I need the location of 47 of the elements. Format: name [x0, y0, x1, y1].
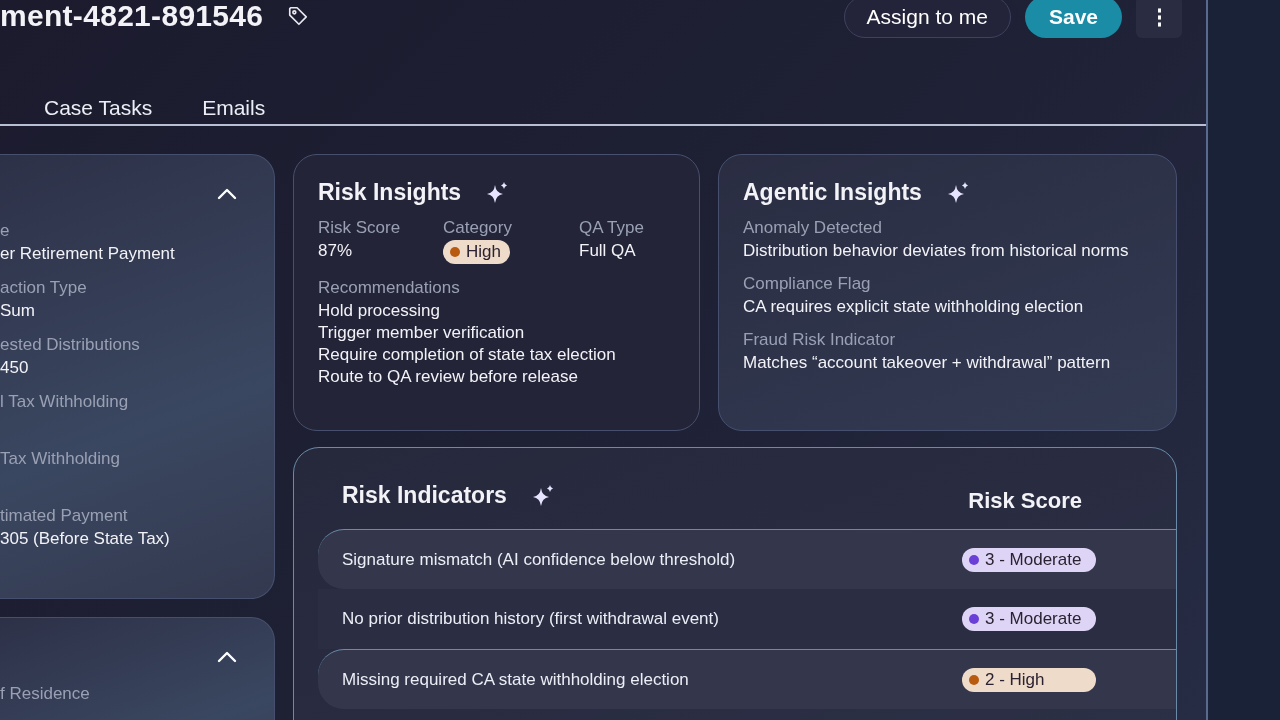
category-badge: High — [443, 240, 510, 264]
score-badge: 2 - High — [962, 667, 1096, 692]
column-heading: Risk Score — [968, 487, 1082, 514]
field-value: Sum — [0, 300, 36, 322]
field-label: e — [0, 220, 11, 242]
card-title: Agentic Insights — [743, 179, 922, 206]
insight-value: Matches “account takeover + withdrawal” pattern — [743, 352, 1112, 374]
field-value: er Retirement Payment — [0, 243, 176, 265]
recommendations-label: Recommendations — [318, 277, 461, 299]
case-title: ment-4821-891546 — [0, 0, 264, 33]
assign-button[interactable]: Assign to me — [843, 0, 1011, 38]
insight-label: Anomaly Detected — [743, 217, 883, 239]
score-badge: 3 - Moderate — [962, 547, 1096, 572]
indicator-text: Signature mismatch (AI confidence below threshold) — [342, 549, 736, 570]
chevron-icon[interactable] — [217, 188, 237, 200]
recommendation: Trigger member verification — [318, 322, 526, 344]
chevron-icon[interactable] — [217, 651, 237, 663]
card-title: Risk Indicators — [342, 482, 507, 509]
metric-label: QA Type — [579, 217, 644, 239]
save-button[interactable]: Save — [1024, 0, 1122, 38]
tab[interactable]: Case Tasks — [44, 94, 153, 124]
field-label: l Tax Withholding — [0, 391, 130, 413]
more-menu-button[interactable]: ⋮ — [1136, 0, 1182, 38]
card-title: Risk Insights — [318, 179, 462, 206]
score-badge: 3 - Moderate — [962, 607, 1096, 631]
tag-icon[interactable] — [287, 5, 310, 27]
recommendation: Hold processing — [318, 300, 441, 322]
field-label: timated Payment — [0, 505, 129, 527]
field-label: ested Distributions — [0, 334, 141, 356]
metric-value: Full QA — [579, 240, 636, 262]
recommendation: Require completion of state tax election — [318, 344, 617, 366]
recommendation: Route to QA review before release — [318, 366, 579, 388]
field-value: 450 — [0, 357, 30, 379]
insight-value: CA requires explicit state withholding election — [743, 296, 1085, 318]
tab[interactable]: Emails — [202, 94, 266, 124]
insight-label: Compliance Flag — [743, 273, 872, 295]
insight-value: Distribution behavior deviates from historical norms — [743, 240, 1130, 262]
field-label: Tax Withholding — [0, 448, 121, 470]
indicator-text: Missing required CA state withholding election — [342, 669, 689, 690]
field-value: 305 (Before State Tax) — [0, 528, 171, 550]
metric-value: 87% — [318, 240, 353, 262]
metric-label: Risk Score — [318, 217, 401, 239]
field-label: f Residence — [0, 683, 91, 705]
field-label: action Type — [0, 277, 88, 299]
insight-label: Fraud Risk Indicator — [743, 329, 897, 351]
metric-label: Category — [443, 217, 512, 239]
indicator-text: No prior distribution history (first withdrawal event) — [342, 609, 719, 629]
